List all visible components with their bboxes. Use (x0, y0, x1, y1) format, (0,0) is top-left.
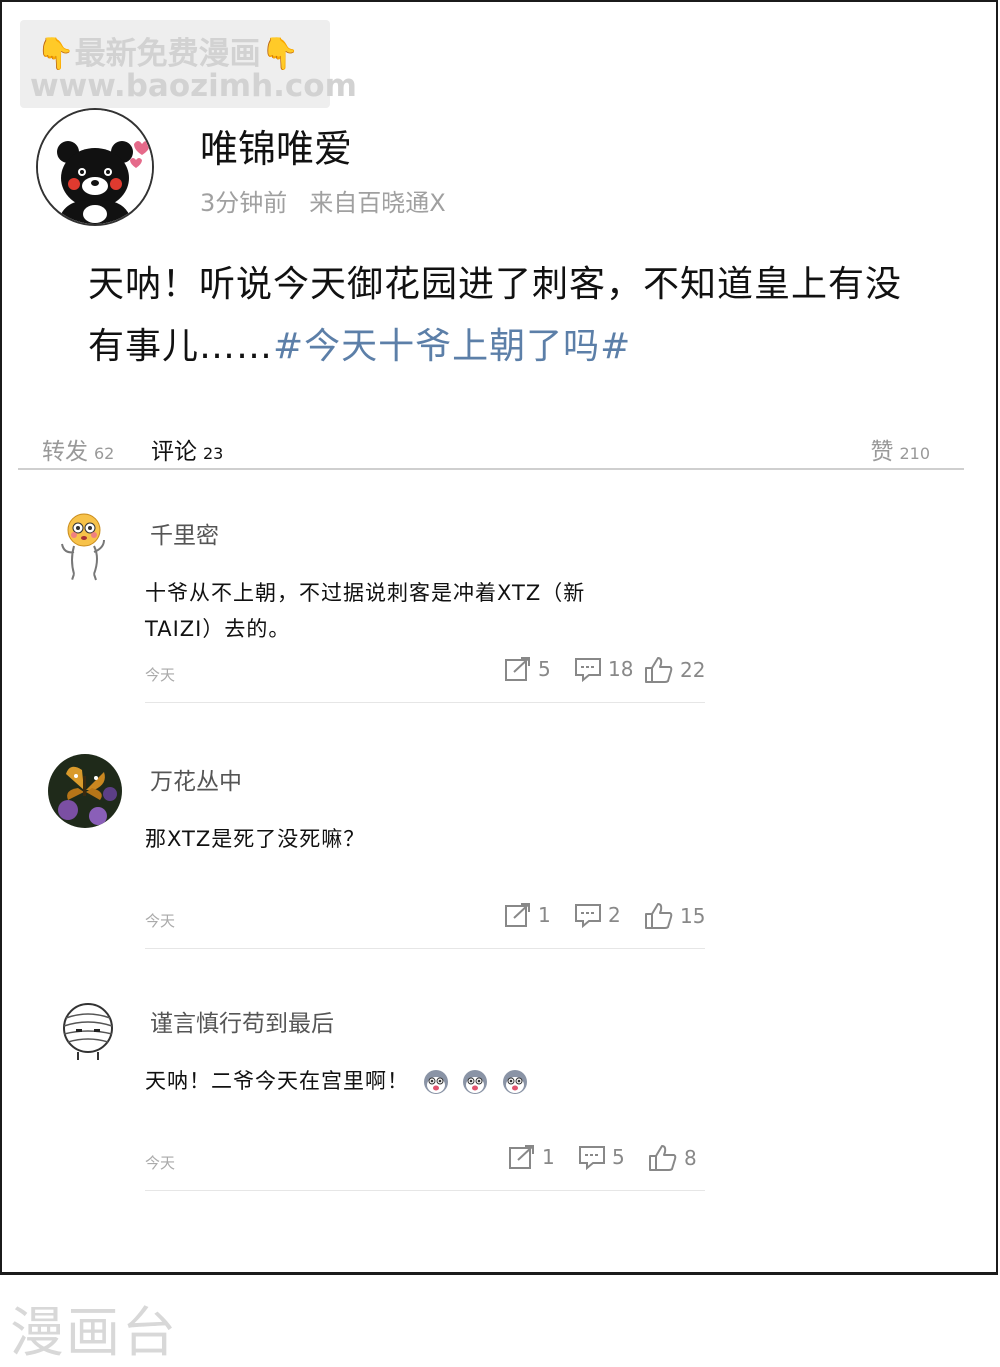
comment-bubble-icon (579, 1146, 605, 1170)
watermark-url: www.baozimh.com (30, 68, 357, 104)
flushed-face-avatar-icon (48, 508, 122, 582)
thumbs-up-icon (649, 1145, 677, 1171)
butterfly-photo-avatar-icon (48, 754, 122, 828)
watermark-title: 👇最新免费漫画👇 (36, 28, 299, 73)
comment-bubble-icon (575, 658, 601, 682)
bear-avatar-icon (38, 110, 152, 224)
commenter-name[interactable]: 千里密 (150, 516, 219, 550)
husky-emoji-icon (423, 1070, 448, 1094)
tab-comment[interactable]: 评论 23 (151, 432, 223, 466)
tab-like-label: 赞 (870, 439, 894, 465)
tab-repost[interactable]: 转发 62 (42, 432, 114, 466)
post-time: 3分钟前 (200, 189, 288, 217)
comment-actions: 1 5 8 (504, 1144, 709, 1174)
comment-reply-button[interactable]: 18 (574, 656, 633, 682)
post-author-avatar[interactable] (36, 108, 154, 226)
repost-icon (509, 1145, 534, 1169)
pointing-down-icon: 👇 (36, 36, 75, 72)
repost-icon (505, 903, 530, 927)
watermark-title-text: 最新免费漫画 (74, 36, 261, 72)
comment-repost-count: 1 (542, 1145, 555, 1169)
comment-divider (145, 702, 705, 703)
footer-watermark-logo: 漫画台 (10, 1301, 178, 1364)
thumbs-up-icon (645, 657, 673, 683)
tab-repost-count: 62 (94, 444, 115, 463)
post-hashtag[interactable]: #今天十爷上朝了吗# (273, 326, 631, 367)
comment-repost-count: 1 (538, 903, 551, 927)
comment-repost-count: 5 (538, 657, 551, 681)
comment-actions: 1 2 15 (500, 902, 705, 932)
comment-divider (145, 1190, 705, 1191)
comment-bubble-icon (575, 904, 601, 928)
comment-divider (145, 948, 705, 949)
comment-like-button[interactable]: 22 (644, 656, 705, 684)
comment-like-count: 15 (680, 904, 706, 928)
comment-like-button[interactable]: 8 (648, 1144, 697, 1172)
commenter-avatar[interactable] (48, 754, 122, 828)
comment-text: 十爷从不上朝，不过据说刺客是冲着XTZ（新TAIZI）去的。 (145, 581, 586, 641)
tab-repost-label: 转发 (42, 439, 88, 465)
post-meta: 3分钟前 来自百晓通X (200, 183, 446, 218)
repost-icon (505, 657, 530, 681)
commenter-name[interactable]: 谨言慎行苟到最后 (150, 1004, 334, 1038)
thumbs-up-icon (645, 903, 673, 929)
comment-text-content: 天呐！二爷今天在宫里啊！ (145, 1069, 409, 1093)
comment-reply-count: 5 (612, 1145, 625, 1169)
tab-like-count: 210 (899, 444, 930, 463)
comment-repost-button[interactable]: 5 (504, 656, 551, 682)
comment-reply-count: 18 (608, 657, 634, 681)
comment-actions: 5 18 22 (500, 656, 705, 686)
post-tabs: 转发 62 评论 23 赞 210 (18, 428, 964, 470)
comment-time: 今天 (145, 912, 176, 930)
post-author-name[interactable]: 唯锦唯爱 (200, 118, 352, 173)
post-source[interactable]: 来自百晓通X (309, 189, 445, 217)
pointing-down-icon: 👇 (260, 36, 300, 72)
commenter-avatar[interactable] (52, 996, 126, 1070)
commenter-name[interactable]: 万花丛中 (150, 762, 242, 796)
comment-like-count: 8 (684, 1146, 697, 1170)
comment-reply-count: 2 (608, 903, 621, 927)
comment-text: 那XTZ是死了没死嘛？ (145, 827, 366, 851)
tab-comment-count: 23 (203, 444, 224, 463)
comment-repost-button[interactable]: 1 (504, 902, 551, 928)
comment-like-count: 22 (680, 658, 706, 682)
tab-like[interactable]: 赞 210 (870, 432, 930, 466)
comment-reply-button[interactable]: 5 (578, 1144, 625, 1170)
post-body: 天呐！听说今天御花园进了刺客，不知道皇上有没有事儿……#今天十爷上朝了吗# (88, 254, 918, 378)
husky-emoji-icon (463, 1070, 488, 1094)
bandaged-head-avatar-icon (52, 996, 126, 1070)
comment-text: 天呐！二爷今天在宫里啊！ (145, 1063, 615, 1099)
comment-time: 今天 (145, 666, 176, 684)
commenter-avatar[interactable] (48, 508, 122, 582)
comment-repost-button[interactable]: 1 (508, 1144, 555, 1170)
comment-reply-button[interactable]: 2 (574, 902, 621, 928)
husky-emoji-icon (503, 1070, 528, 1094)
comment-like-button[interactable]: 15 (644, 902, 705, 930)
comment-time: 今天 (145, 1154, 176, 1172)
tab-comment-label: 评论 (151, 439, 197, 465)
